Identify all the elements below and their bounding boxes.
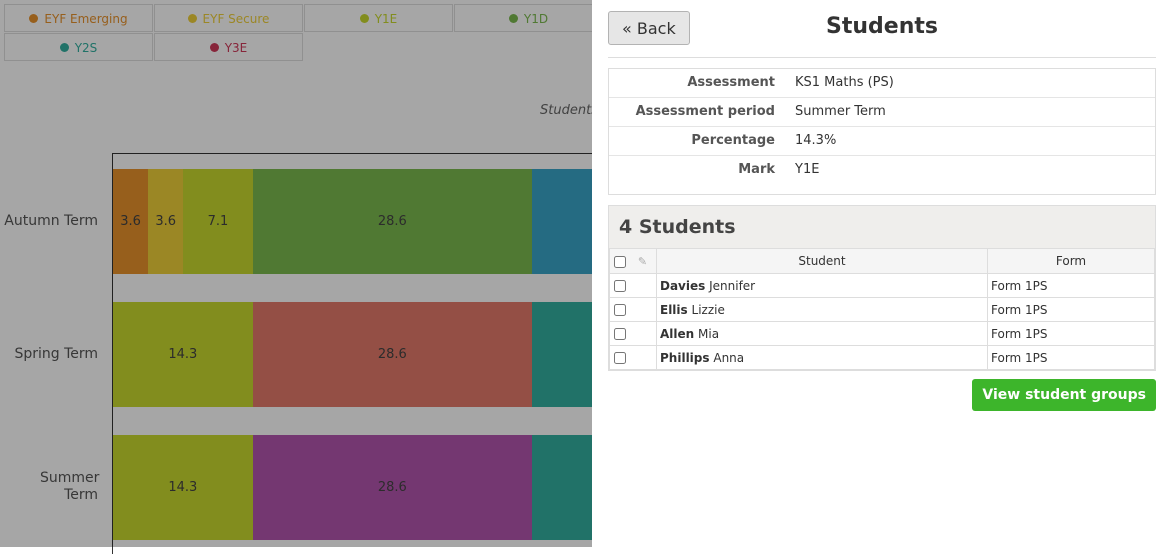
table-row: Phillips Anna Form 1PS	[609, 345, 1155, 370]
student-forename: Jennifer	[709, 278, 756, 293]
student-forename: Lizzie	[691, 302, 725, 317]
student-rows: Davies Jennifer Form 1PS Ellis Lizzie Fo…	[609, 273, 1155, 370]
row-checkbox[interactable]	[614, 304, 626, 316]
student-form-cell: Form 1PS	[987, 273, 1155, 298]
detail-label: Assessment period	[635, 104, 775, 119]
detail-value: KS1 Maths (PS)	[795, 75, 894, 90]
detail-value: Y1E	[795, 162, 820, 177]
panel-header: « Back Students	[608, 0, 1156, 58]
student-form-cell: Form 1PS	[987, 345, 1155, 370]
row-checkbox-cell	[609, 273, 657, 298]
detail-value: 14.3%	[795, 133, 837, 148]
detail-row-percentage: Percentage 14.3%	[609, 127, 1155, 156]
student-name-cell[interactable]: Davies Jennifer	[656, 273, 988, 298]
row-checkbox[interactable]	[614, 352, 626, 364]
student-form-cell: Form 1PS	[987, 297, 1155, 322]
detail-row-assessment: Assessment KS1 Maths (PS)	[609, 69, 1155, 98]
student-forename: Anna	[713, 350, 745, 365]
edit-pencil-icon[interactable]: ✎	[638, 255, 647, 268]
assessment-details: Assessment KS1 Maths (PS) Assessment per…	[608, 68, 1156, 195]
students-count-heading: 4 Students	[609, 206, 1155, 248]
table-row: Ellis Lizzie Form 1PS	[609, 297, 1155, 322]
row-checkbox-cell	[609, 321, 657, 346]
select-all-checkbox[interactable]	[614, 255, 626, 268]
detail-label: Assessment	[687, 75, 775, 90]
detail-value: Summer Term	[795, 104, 886, 119]
panel-title: Students	[826, 14, 938, 39]
student-forename: Mia	[698, 326, 720, 341]
student-name-cell[interactable]: Phillips Anna	[656, 345, 988, 370]
row-checkbox-cell	[609, 297, 657, 322]
table-header-row: ✎ Student Form	[609, 248, 1155, 274]
students-panel: « Back Students Assessment KS1 Maths (PS…	[592, 0, 1161, 547]
student-form-cell: Form 1PS	[987, 321, 1155, 346]
student-surname: Ellis	[660, 302, 688, 317]
view-student-groups-button[interactable]: View student groups	[972, 379, 1156, 411]
column-header-student[interactable]: Student	[656, 248, 988, 274]
detail-label: Percentage	[691, 133, 775, 148]
select-all-header: ✎	[609, 248, 657, 274]
table-row: Davies Jennifer Form 1PS	[609, 273, 1155, 298]
detail-row-mark: Mark Y1E	[609, 156, 1155, 194]
row-checkbox[interactable]	[614, 328, 626, 340]
student-surname: Phillips	[660, 350, 710, 365]
table-row: Allen Mia Form 1PS	[609, 321, 1155, 346]
detail-label: Mark	[738, 162, 775, 177]
student-surname: Allen	[660, 326, 695, 341]
student-name-cell[interactable]: Allen Mia	[656, 321, 988, 346]
row-checkbox[interactable]	[614, 280, 626, 292]
students-list: 4 Students ✎ Student Form Davies Jennife…	[608, 205, 1156, 371]
row-checkbox-cell	[609, 345, 657, 370]
student-name-cell[interactable]: Ellis Lizzie	[656, 297, 988, 322]
detail-row-period: Assessment period Summer Term	[609, 98, 1155, 127]
column-header-form[interactable]: Form	[987, 248, 1155, 274]
students-table: ✎ Student Form Davies Jennifer Form 1PS …	[609, 248, 1155, 370]
student-surname: Davies	[660, 278, 706, 293]
